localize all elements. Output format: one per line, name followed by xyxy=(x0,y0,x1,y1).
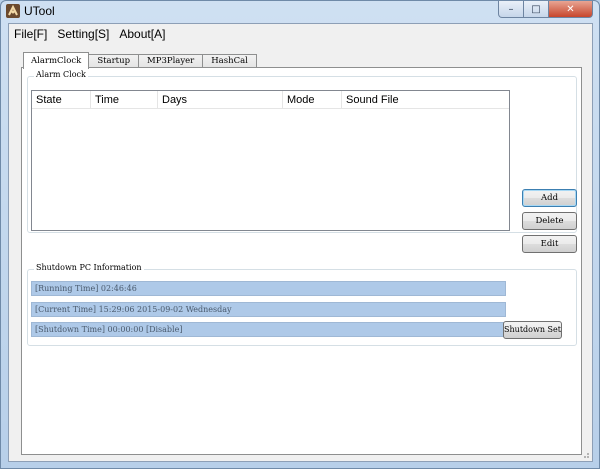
edit-button[interactable]: Edit xyxy=(522,235,577,253)
tab-hashcal[interactable]: HashCal xyxy=(202,54,257,68)
column-header-days[interactable]: Days xyxy=(158,91,283,108)
maximize-button[interactable]: □ xyxy=(524,1,549,18)
title-bar[interactable]: UTool – □ ✕ xyxy=(1,1,599,21)
shutdown-info-group-title: Shutdown PC Information xyxy=(34,263,144,272)
alarm-clock-group-title: Alarm Clock xyxy=(34,70,88,79)
column-header-time[interactable]: Time xyxy=(91,91,158,108)
running-time-field: [Running Time] 02:46:46 xyxy=(31,281,506,296)
column-header-mode[interactable]: Mode xyxy=(283,91,342,108)
delete-button[interactable]: Delete xyxy=(522,212,577,230)
client-area: File[F] Setting[S] About[A] AlarmClock S… xyxy=(8,23,593,462)
window-controls: – □ ✕ xyxy=(498,1,593,19)
tab-mp3player[interactable]: MP3Player xyxy=(138,54,204,68)
column-header-state[interactable]: State xyxy=(32,91,91,108)
tab-startup[interactable]: Startup xyxy=(88,54,140,68)
minimize-icon: – xyxy=(508,3,514,15)
shutdown-time-field: [Shutdown Time] 00:00:00 [Disable] xyxy=(31,322,506,337)
menu-setting[interactable]: Setting[S] xyxy=(52,24,114,44)
tab-strip: AlarmClock Startup MP3Player HashCal xyxy=(23,52,257,69)
alarm-list[interactable]: State Time Days Mode Sound File xyxy=(31,90,510,231)
add-button[interactable]: Add xyxy=(522,189,577,207)
tab-alarmclock[interactable]: AlarmClock xyxy=(23,52,90,69)
minimize-button[interactable]: – xyxy=(498,1,524,18)
column-header-sound-file[interactable]: Sound File xyxy=(342,91,509,108)
close-icon: ✕ xyxy=(566,3,575,15)
menu-bar: File[F] Setting[S] About[A] xyxy=(9,24,592,44)
menu-about[interactable]: About[A] xyxy=(114,24,170,44)
maximize-icon: □ xyxy=(531,3,541,15)
app-window: UTool – □ ✕ File[F] Setting[S] About[A] … xyxy=(0,0,600,469)
current-time-field: [Current Time] 15:29:06 2015-09-02 Wedne… xyxy=(31,302,506,317)
tab-page-alarmclock: Alarm Clock State Time Days Mode Sound F… xyxy=(21,67,582,455)
utool-app-icon xyxy=(6,4,20,18)
window-title: UTool xyxy=(24,4,55,18)
resize-grip-icon[interactable] xyxy=(580,449,590,459)
alarm-list-header: State Time Days Mode Sound File xyxy=(32,91,509,109)
menu-file[interactable]: File[F] xyxy=(9,24,52,44)
close-button[interactable]: ✕ xyxy=(549,1,593,18)
shutdown-set-button[interactable]: Shutdown Set xyxy=(503,321,562,339)
